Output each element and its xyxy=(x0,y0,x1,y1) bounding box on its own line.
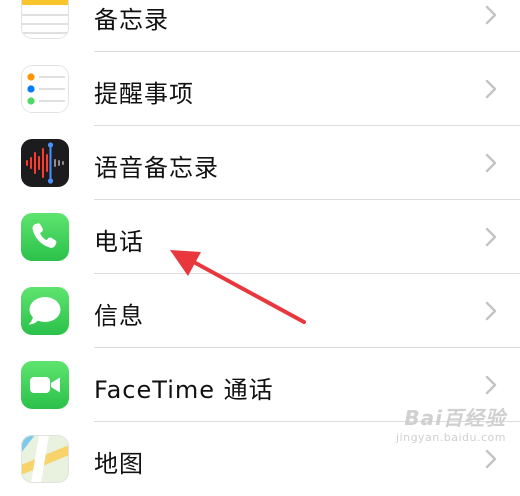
settings-row-notes[interactable]: 备忘录 xyxy=(0,0,520,52)
settings-row-label: 备忘录 xyxy=(94,6,169,34)
settings-row-voice-memos[interactable]: 语音备忘录 xyxy=(0,126,520,200)
settings-row-label: 信息 xyxy=(94,302,144,330)
settings-row-messages[interactable]: 信息 xyxy=(0,274,520,348)
voice-memos-icon xyxy=(21,139,69,187)
maps-icon xyxy=(21,435,69,483)
chevron-right-icon xyxy=(485,449,497,469)
chevron-right-icon xyxy=(485,375,497,395)
reminders-icon xyxy=(21,65,69,113)
settings-row-label: 语音备忘录 xyxy=(94,154,219,182)
chevron-right-icon xyxy=(485,301,497,321)
settings-row-phone[interactable]: 电话 xyxy=(0,200,520,274)
chevron-right-icon xyxy=(485,79,497,99)
chevron-right-icon xyxy=(485,5,497,25)
settings-row-label: 电话 xyxy=(94,228,144,256)
facetime-icon xyxy=(21,361,69,409)
messages-icon xyxy=(21,287,69,335)
chevron-right-icon xyxy=(485,153,497,173)
settings-row-reminders[interactable]: 提醒事项 xyxy=(0,52,520,126)
settings-app-list: 备忘录 提醒事项 语音备忘录 电话 信息 FaceTime 通话 地图 xyxy=(0,0,520,496)
settings-row-label: 提醒事项 xyxy=(94,80,194,108)
phone-icon xyxy=(21,213,69,261)
settings-row-label: 地图 xyxy=(94,450,144,478)
settings-row-facetime[interactable]: FaceTime 通话 xyxy=(0,348,520,422)
notes-icon xyxy=(21,0,69,39)
settings-row-maps[interactable]: 地图 xyxy=(0,422,520,496)
settings-row-label: FaceTime 通话 xyxy=(94,376,274,404)
chevron-right-icon xyxy=(485,227,497,247)
